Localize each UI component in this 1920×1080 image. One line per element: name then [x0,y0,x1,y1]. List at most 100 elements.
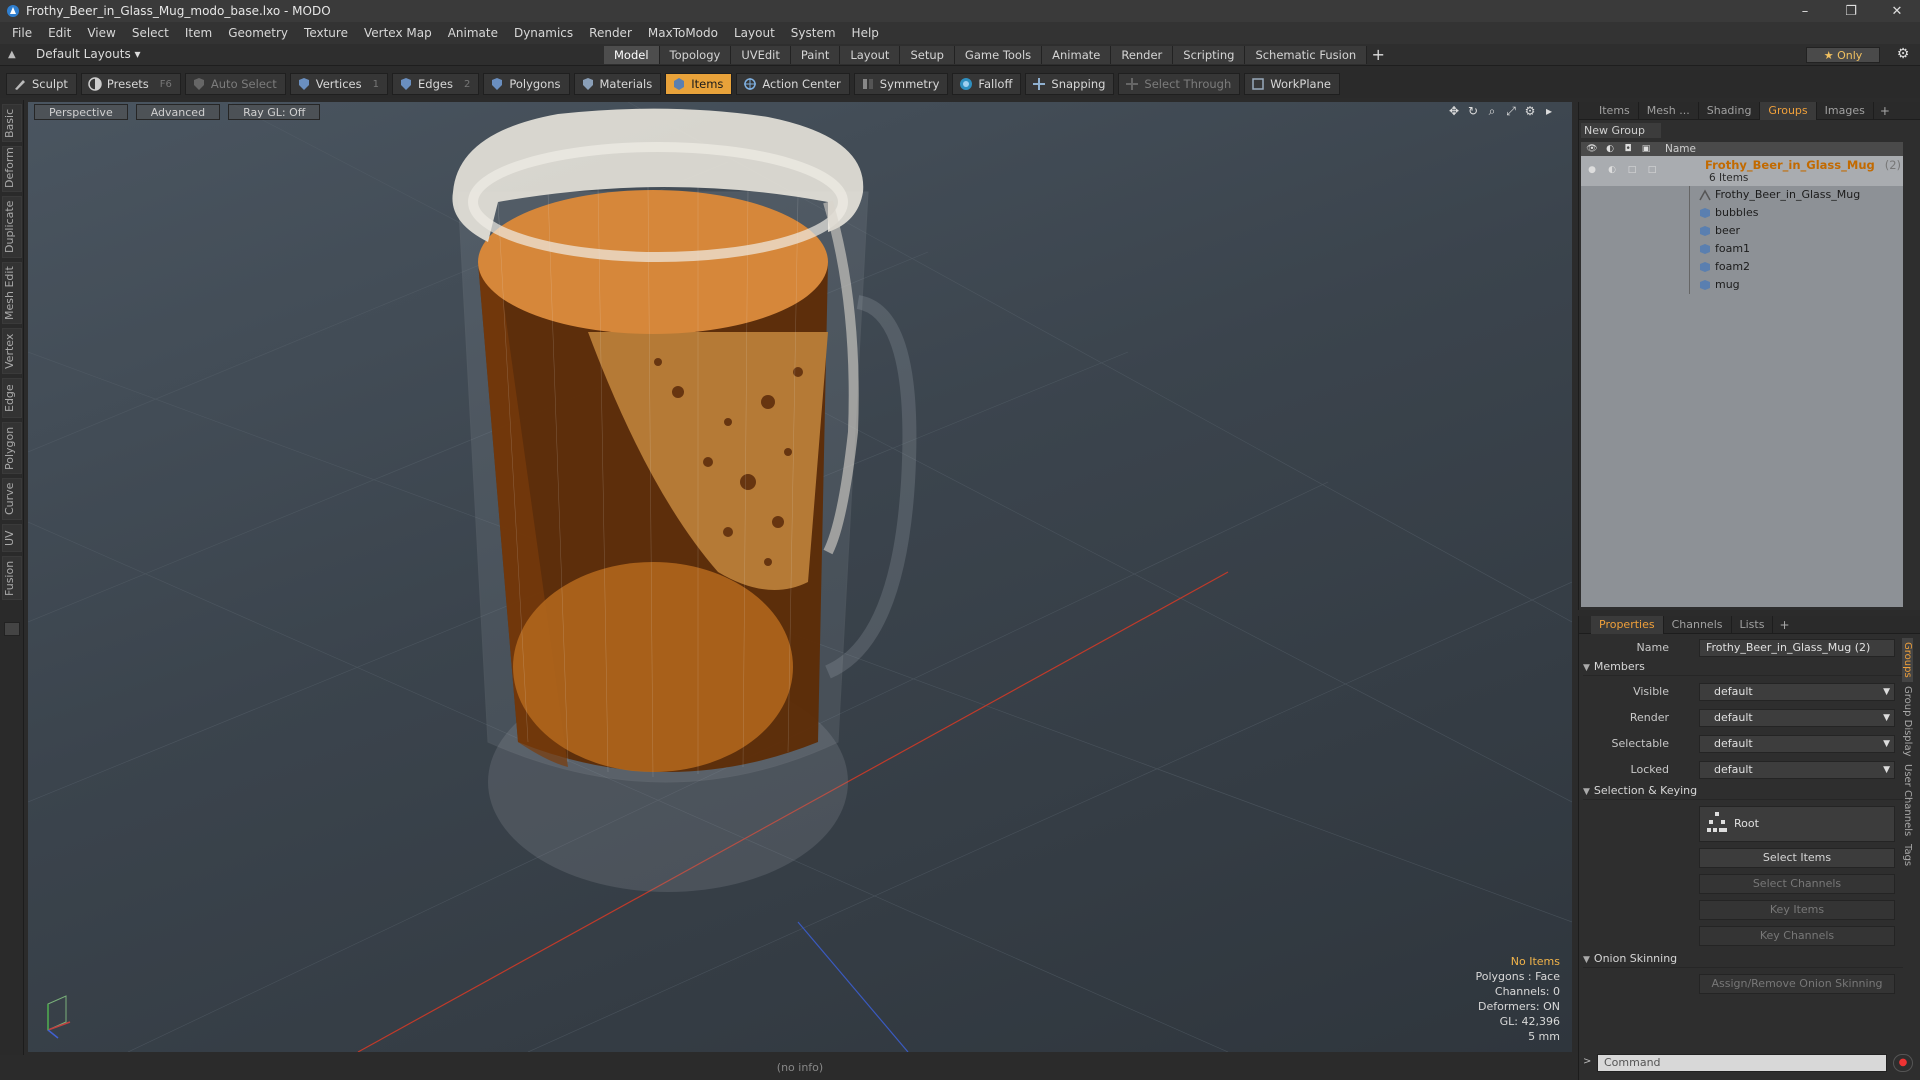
vertices-button[interactable]: Vertices 1 [289,73,388,95]
side-tab-groups[interactable]: Groups [1902,638,1913,682]
menu-render[interactable]: Render [581,26,640,40]
menu-view[interactable]: View [79,26,123,40]
menu-item[interactable]: Item [177,26,220,40]
lock-icon[interactable]: ▣ [1639,143,1653,155]
tree-item[interactable]: foam2 [1581,258,1903,276]
tab-properties[interactable]: Properties [1591,615,1664,634]
tab-schematic-fusion[interactable]: Schematic Fusion [1245,46,1368,64]
key-items-button[interactable]: Key Items [1699,900,1895,920]
lock-box-icon[interactable]: □ [1645,164,1659,176]
select-through-button[interactable]: Select Through [1118,73,1241,95]
menu-animate[interactable]: Animate [440,26,506,40]
tree-item[interactable]: beer [1581,222,1903,240]
key-channels-button[interactable]: Key Channels [1699,926,1895,946]
tab-groups[interactable]: Groups [1760,101,1817,120]
polygons-button[interactable]: Polygons [483,73,570,95]
tab-game-tools[interactable]: Game Tools [954,46,1043,64]
menu-geometry[interactable]: Geometry [220,26,296,40]
select-channels-button[interactable]: Select Channels [1699,874,1895,894]
tab-uvedit[interactable]: UVEdit [731,46,791,64]
menu-system[interactable]: System [783,26,844,40]
render-dropdown[interactable]: default ▼ [1699,709,1895,727]
gear-icon[interactable]: ⚙ [1894,46,1912,64]
falloff-button[interactable]: Falloff [952,73,1022,95]
tree-root-group[interactable]: ● ◐ □ □ Frothy_Beer_in_Glass_Mug (2) 6 I… [1581,156,1903,186]
assign-onion-button[interactable]: Assign/Remove Onion Skinning [1699,974,1895,994]
zoom-icon[interactable]: ⌕ [1485,104,1499,118]
name-field[interactable]: Frothy_Beer_in_Glass_Mug (2) [1699,639,1895,657]
vtab-basic[interactable]: Basic [2,104,22,142]
expand-toggle[interactable] [4,622,20,636]
visible-dropdown[interactable]: default ▼ [1699,683,1895,701]
materials-button[interactable]: Materials [573,73,662,95]
presets-button[interactable]: Presets F6 [80,73,181,95]
tab-shading[interactable]: Shading [1699,101,1761,120]
menu-texture[interactable]: Texture [296,26,356,40]
side-tab-group-display[interactable]: Group Display [1902,682,1913,760]
vtab-curve[interactable]: Curve [2,478,22,520]
action-center-button[interactable]: Action Center [736,73,850,95]
menu-file[interactable]: File [4,26,40,40]
tab-topology[interactable]: Topology [659,46,732,64]
edges-button[interactable]: Edges 2 [392,73,480,95]
tab-lists[interactable]: Lists [1732,615,1774,634]
symmetry-button[interactable]: Symmetry [853,73,949,95]
select-box-icon[interactable]: □ [1625,164,1639,176]
view-perspective-button[interactable]: Perspective [34,104,128,120]
raygl-button[interactable]: Ray GL: Off [228,104,321,120]
menu-layout[interactable]: Layout [726,26,783,40]
tab-scripting[interactable]: Scripting [1173,46,1246,64]
selectable-dropdown[interactable]: default ▼ [1699,735,1895,753]
vtab-duplicate[interactable]: Duplicate [2,196,22,258]
fit-icon[interactable]: ⤢ [1504,104,1518,118]
menu-select[interactable]: Select [124,26,177,40]
tab-setup[interactable]: Setup [900,46,955,64]
collapse-up-icon[interactable]: ▲ [8,49,22,60]
vtab-uv[interactable]: UV [2,524,22,552]
close-button[interactable]: ✕ [1874,0,1920,22]
menu-vertex-map[interactable]: Vertex Map [356,26,440,40]
eye-icon[interactable]: 👁 [1585,143,1599,155]
menu-maxtomodo[interactable]: MaxToModo [640,26,726,40]
tab-model[interactable]: Model [604,46,660,64]
auto-select-button[interactable]: Auto Select [184,73,286,95]
tab-channels[interactable]: Channels [1664,615,1732,634]
pan-icon[interactable]: ✥ [1447,104,1461,118]
snapping-button[interactable]: Snapping [1025,73,1115,95]
side-tab-user-channels[interactable]: User Channels [1902,760,1913,840]
render-icon[interactable]: ◐ [1605,164,1619,176]
sculpt-button[interactable]: Sculpt [6,73,77,95]
selection-keying-section[interactable]: ▼ Selection & Keying [1583,784,1903,800]
add-tab-icon[interactable]: + [1367,46,1389,64]
tab-animate[interactable]: Animate [1042,46,1112,64]
only-button[interactable]: ★ Only [1806,47,1880,63]
add-tab-icon[interactable]: + [1773,618,1795,632]
shading-advanced-button[interactable]: Advanced [135,104,221,120]
tree-item[interactable]: foam1 [1581,240,1903,258]
vtab-deform[interactable]: Deform [2,146,22,192]
rotate-icon[interactable]: ↻ [1466,104,1480,118]
tree-item[interactable]: Frothy_Beer_in_Glass_Mug [1581,186,1903,204]
items-button[interactable]: Items [665,73,733,95]
tab-images[interactable]: Images [1817,101,1874,120]
tree-item[interactable]: mug [1581,276,1903,294]
viewport-settings-icon[interactable]: ⚙ [1523,104,1537,118]
menu-edit[interactable]: Edit [40,26,79,40]
3d-viewport[interactable]: Perspective Advanced Ray GL: Off ✥ ↻ ⌕ ⤢… [28,102,1572,1052]
new-group-button[interactable]: New Group [1581,123,1661,138]
select-lock-icon[interactable]: ◘ [1621,143,1635,155]
tab-items[interactable]: Items [1591,101,1639,120]
command-history-icon[interactable]: ● [1893,1054,1913,1072]
side-tab-tags[interactable]: Tags [1902,840,1913,870]
vtab-polygon[interactable]: Polygon [2,422,22,474]
root-button[interactable]: Root [1699,806,1895,842]
tree-item[interactable]: bubbles [1581,204,1903,222]
menu-help[interactable]: Help [844,26,887,40]
command-input[interactable]: Command [1597,1054,1887,1072]
layout-selector[interactable]: ▲ Default Layouts ▾ [8,47,141,61]
maximize-button[interactable]: ❐ [1828,0,1874,22]
menu-dynamics[interactable]: Dynamics [506,26,581,40]
vtab-vertex[interactable]: Vertex [2,328,22,374]
groups-scrollbar[interactable] [1910,142,1918,607]
members-section[interactable]: ▼ Members [1583,660,1903,676]
